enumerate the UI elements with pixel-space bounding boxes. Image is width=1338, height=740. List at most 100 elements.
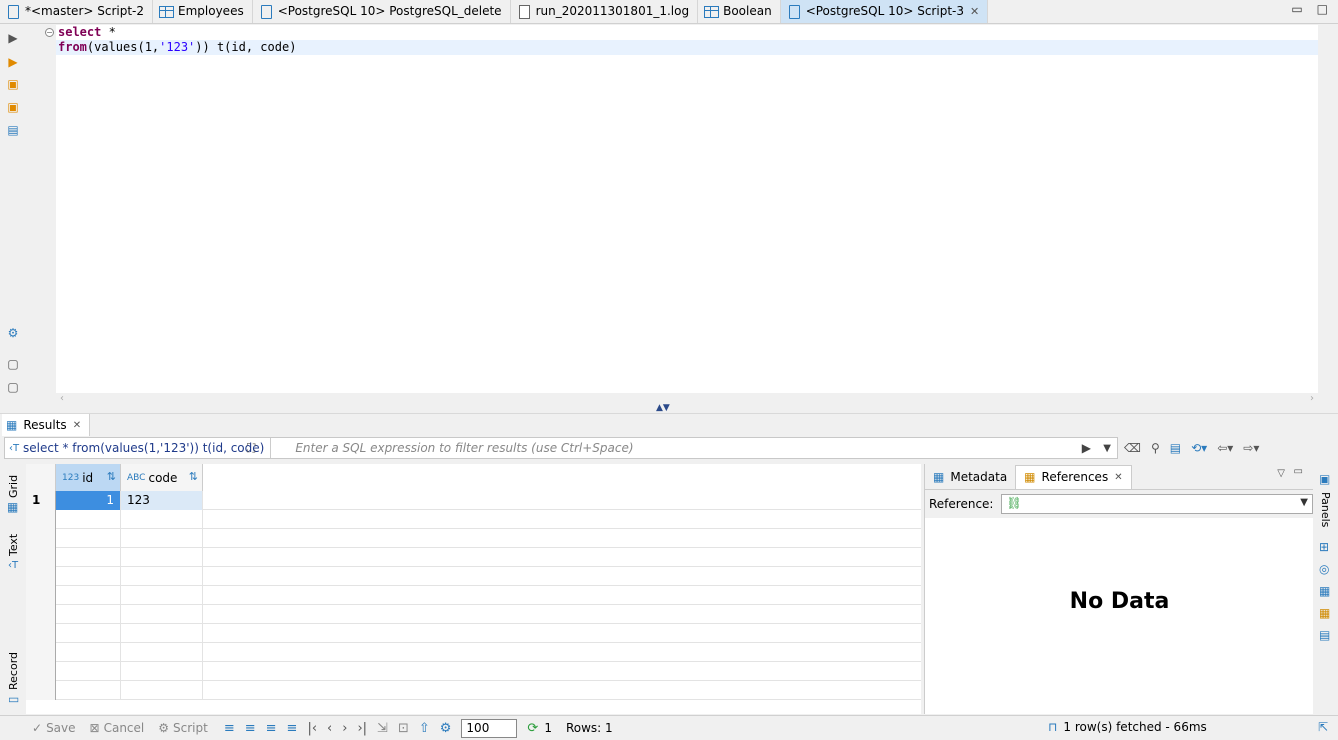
cell-id[interactable]: 1	[56, 491, 121, 510]
explain-plan-icon[interactable]: ▤	[6, 123, 20, 137]
forward-icon[interactable]: ⇨▾	[1243, 441, 1259, 455]
script-icon	[6, 4, 20, 19]
script-button[interactable]: ⚙ Script	[158, 721, 208, 735]
copy-row-icon[interactable]: ≡	[266, 721, 277, 736]
first-page-icon[interactable]: |‹	[307, 721, 317, 736]
editor-horizontal-scrollbar[interactable]: ‹ ›	[56, 393, 1318, 407]
execute-new-tab-icon[interactable]: ▶	[6, 55, 20, 69]
close-icon[interactable]: ✕	[1114, 472, 1122, 483]
cell-code[interactable]: 123	[121, 491, 203, 510]
table-icon	[704, 4, 720, 18]
column-header-code[interactable]: ABC code ⇅	[121, 464, 203, 491]
tab-results[interactable]: ▦ Results ✕	[2, 414, 91, 436]
cancel-button[interactable]: ⊠ Cancel	[90, 721, 145, 735]
column-header-id[interactable]: 123 id ⇅	[56, 464, 121, 491]
expand-filter-icon[interactable]: ⛶	[247, 441, 255, 456]
tab-postgresql-delete[interactable]: <PostgreSQL 10> PostgreSQL_delete	[253, 0, 511, 23]
back-icon[interactable]: ⇦▾	[1217, 441, 1233, 455]
text-icon[interactable]: ‹T	[8, 560, 18, 571]
fetch-next-icon[interactable]: ⇲	[377, 721, 388, 736]
reference-select[interactable]: ⛓ ▼	[1001, 494, 1313, 514]
save-script-icon[interactable]: ▢	[6, 380, 20, 394]
panel-tabs: ▦ Metadata ▦ References ✕ ▽ ▭	[925, 464, 1313, 490]
filter-history-dropdown-icon[interactable]: ▼	[1103, 443, 1111, 454]
prev-page-icon[interactable]: ‹	[327, 721, 332, 736]
execute-statement-icon[interactable]: ▶	[6, 31, 20, 45]
active-query-text[interactable]: select * from(values(1,'123')) t(id, cod…	[5, 438, 272, 458]
minimize-icon[interactable]: ▭	[1294, 466, 1303, 477]
keyword-from: from	[58, 40, 87, 54]
cancel-icon: ⊠	[89, 721, 100, 735]
view-menu-icon[interactable]: ▽	[1277, 468, 1285, 479]
tab-boolean[interactable]: Boolean	[698, 0, 781, 23]
references-panel-icon[interactable]: ▦	[1319, 606, 1330, 620]
maximize-panel-arrows-icon[interactable]: ▲▼	[656, 403, 670, 413]
save-button[interactable]: ✓ Save	[32, 721, 76, 735]
next-page-icon[interactable]: ›	[342, 721, 347, 736]
panels-toggle-icon[interactable]: ▣	[1319, 472, 1330, 486]
execute-script-new-tab-icon[interactable]: ▣	[6, 100, 20, 114]
close-icon[interactable]: ✕	[73, 420, 81, 431]
row-count: Rows: 1	[565, 721, 613, 735]
last-page-icon[interactable]: ›|	[357, 721, 367, 736]
filter-settings-icon[interactable]: ⚲	[1151, 441, 1160, 455]
references-panel: ▦ Metadata ▦ References ✕ ▽ ▭ Reference:…	[924, 464, 1313, 714]
close-icon[interactable]: ✕	[970, 5, 979, 18]
scroll-right-icon[interactable]: ›	[1310, 393, 1314, 404]
metadata-panel-icon[interactable]: ▦	[1319, 584, 1330, 598]
sql-editor[interactable]: select * from(values(1,'123')) t(id, cod…	[56, 25, 1318, 393]
filter-sort-icon[interactable]: ⇅	[189, 470, 198, 483]
references-icon: ▦	[1024, 470, 1036, 484]
results-status-bar: ✓ Save ⊠ Cancel ⚙ Script ≡ ≡ ≡ ≡ |‹ ‹ › ›| …	[0, 715, 1338, 740]
grouping-icon[interactable]: ▤	[1319, 628, 1330, 642]
table-row[interactable]: 1 1 123	[26, 491, 921, 510]
apply-filter-icon[interactable]: ▶	[1082, 441, 1091, 455]
execute-script-icon[interactable]: ▣	[6, 77, 20, 91]
tab-master-script-2[interactable]: *<master> Script-2	[0, 0, 154, 23]
panels-label[interactable]: Panels	[1319, 492, 1332, 527]
scroll-left-icon[interactable]: ‹	[60, 393, 64, 404]
text-mode-tab[interactable]: Text	[7, 534, 20, 556]
code-line-1: select *	[56, 25, 1318, 40]
tab-employees[interactable]: Employees	[153, 0, 253, 23]
reference-row: Reference: ⛓ ▼	[925, 490, 1313, 518]
export-icon[interactable]: ⇧	[419, 721, 430, 736]
grid-icon[interactable]: ▦	[7, 500, 18, 514]
fetch-size-input[interactable]: 100	[461, 718, 518, 738]
filter-input[interactable]: Enter a SQL expression to filter results…	[271, 441, 633, 455]
calc-icon[interactable]: ◎	[1319, 562, 1329, 576]
record-icon[interactable]: ▭	[8, 692, 19, 706]
script-icon	[259, 4, 273, 19]
edit-row-icon[interactable]: ≡	[224, 721, 235, 736]
eraser-icon[interactable]: ⌫	[1124, 441, 1141, 455]
keyword-select: select	[58, 25, 102, 39]
save-filter-icon[interactable]: ▤	[1170, 441, 1181, 455]
editor-tab-bar: *<master> Script-2 Employees <PostgreSQL…	[0, 0, 1338, 24]
string-literal: '123'	[159, 40, 196, 54]
tab-metadata[interactable]: ▦ Metadata	[925, 465, 1015, 489]
delete-row-icon[interactable]: ≡	[287, 721, 298, 736]
load-script-icon[interactable]: ▢	[6, 357, 20, 371]
tab-script-3[interactable]: <PostgreSQL 10> Script-3 ✕	[780, 0, 989, 23]
maximize-icon[interactable]: □	[1317, 2, 1328, 16]
panels-strip: ▣ Panels ⊞ ◎ ▦ ▦ ▤	[1314, 464, 1338, 714]
tab-run-log[interactable]: run_202011301801_1.log	[511, 0, 699, 23]
layout-toggle-icon[interactable]: ⇱	[1318, 720, 1328, 734]
settings-gear-icon[interactable]: ⚙	[440, 721, 452, 736]
fetch-all-icon[interactable]: ⊡	[398, 721, 409, 736]
filter-sort-icon[interactable]: ⇅	[107, 470, 116, 483]
empty-row	[26, 662, 921, 681]
value-viewer-icon[interactable]: ⊞	[1319, 540, 1329, 554]
grid-mode-tab[interactable]: Grid	[7, 475, 20, 498]
fold-toggle-icon[interactable]: −	[45, 28, 54, 37]
script-label: Script	[173, 721, 208, 735]
filter-tools: ⌫ ⚲ ▤ ⟲▾ ⇦▾ ⇨▾	[1124, 439, 1259, 457]
refresh-mode-icon[interactable]: ⟲▾	[1191, 441, 1207, 455]
editor-vertical-scrollbar[interactable]	[1318, 25, 1338, 393]
minimize-icon[interactable]: ▭	[1291, 2, 1302, 16]
settings-gear-icon[interactable]: ⚙	[6, 326, 20, 340]
record-mode-tab[interactable]: Record	[7, 652, 20, 690]
refresh-icon[interactable]: ⟳	[527, 721, 538, 736]
tab-references[interactable]: ▦ References ✕	[1015, 464, 1132, 489]
add-row-icon[interactable]: ≡	[245, 721, 256, 736]
